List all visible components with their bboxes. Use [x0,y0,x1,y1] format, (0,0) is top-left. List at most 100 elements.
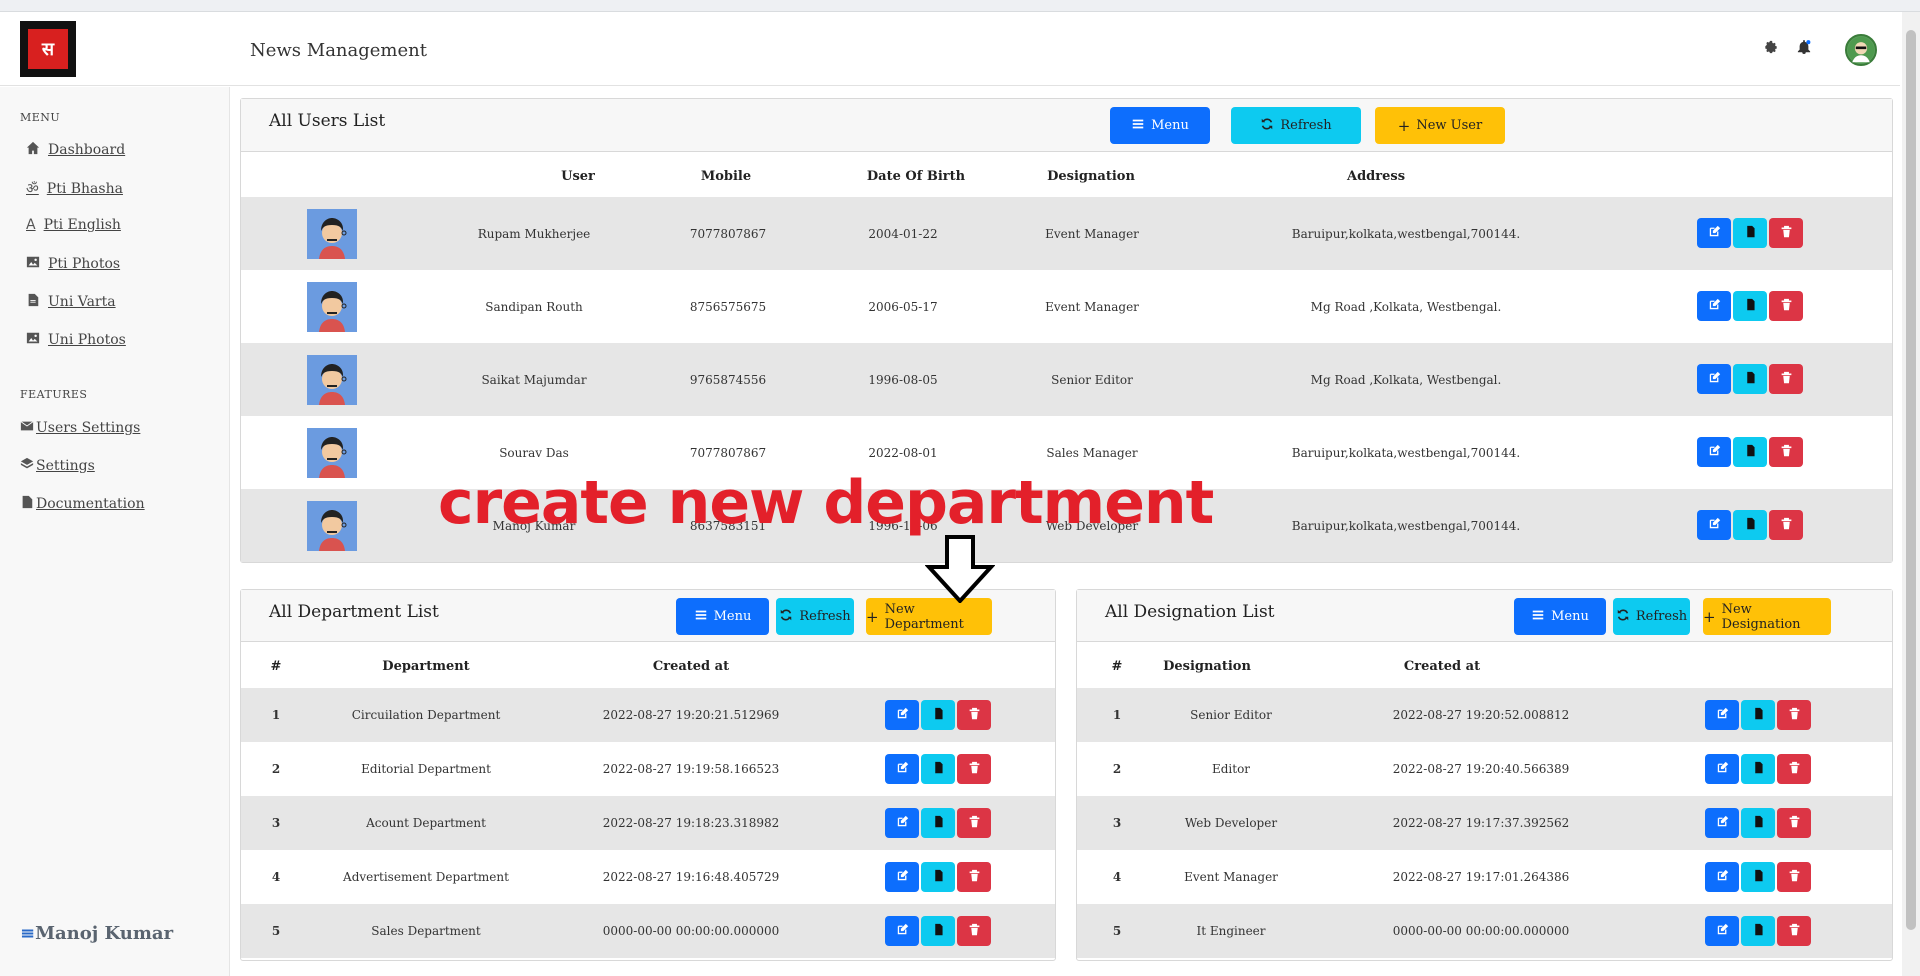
document-icon [932,815,945,831]
users-menu-button[interactable]: Menu [1110,107,1210,144]
users-table-row: Rupam Mukherjee 7077807867 2004-01-22 Event… [241,197,1892,270]
user-edit-button[interactable] [1697,364,1731,394]
user-view-button[interactable] [1733,510,1767,540]
designation-view-button[interactable] [1741,700,1775,730]
department-delete-button[interactable] [957,862,991,892]
user-edit-button[interactable] [1697,510,1731,540]
page-scrollbar[interactable] [1902,12,1920,976]
user-avatar[interactable] [1845,34,1877,66]
user-delete-button[interactable] [1769,218,1803,248]
department-delete-button[interactable] [957,754,991,784]
department-delete-button[interactable] [957,808,991,838]
button-label: Menu [1151,118,1189,133]
user-edit-button[interactable] [1697,437,1731,467]
department-refresh-button[interactable]: Refresh [776,598,854,635]
users-col-dob: Date Of Birth [866,169,966,184]
sidebar-item-users-settings[interactable]: Users Settings [20,419,140,437]
user-view-button[interactable] [1733,437,1767,467]
designation-delete-button[interactable] [1777,754,1811,784]
user-delete-button[interactable] [1769,510,1803,540]
department-view-button[interactable] [921,916,955,946]
menu-section-label: MENU [20,111,61,124]
department-edit-button[interactable] [885,700,919,730]
sidebar-item-pti-bhasha[interactable]: ॐ Pti Bhasha [26,179,123,198]
user-view-button[interactable] [1733,291,1767,321]
users-card-title: All Users List [269,111,386,131]
edit-icon [1716,923,1729,939]
user-delete-button[interactable] [1769,437,1803,467]
designation-menu-button[interactable]: Menu [1514,598,1606,635]
department-delete-button[interactable] [957,916,991,946]
department-name-cell: Circuilation Department [351,708,501,722]
designation-edit-button[interactable] [1705,916,1739,946]
new-user-button[interactable]: + New User [1375,107,1505,144]
department-view-button[interactable] [921,808,955,838]
trash-icon [1788,707,1801,723]
new-designation-button[interactable]: + New Designation [1703,598,1831,635]
edit-icon [896,923,909,939]
user-view-button[interactable] [1733,364,1767,394]
user-view-button[interactable] [1733,218,1767,248]
department-view-button[interactable] [921,700,955,730]
department-card-title: All Department List [269,602,439,622]
user-edit-button[interactable] [1697,291,1731,321]
designation-delete-button[interactable] [1777,916,1811,946]
features-section-label: FEATURES [20,388,88,401]
user-delete-button[interactable] [1769,291,1803,321]
department-table-row: 3 Acount Department 2022-08-27 19:18:23.31… [241,796,1055,850]
designation-edit-button[interactable] [1705,700,1739,730]
sidebar-user-name[interactable]: ≡Manoj Kumar [20,923,173,944]
designation-refresh-button[interactable]: Refresh [1613,598,1690,635]
department-view-button[interactable] [921,862,955,892]
designation-created-cell: 2022-08-27 19:17:37.392562 [1392,816,1570,830]
designation-view-button[interactable] [1741,916,1775,946]
department-edit-button[interactable] [885,754,919,784]
trash-icon [968,761,981,777]
sidebar-item-settings[interactable]: Settings [20,457,95,475]
department-edit-button[interactable] [885,916,919,946]
user-designation-cell: Event Manager [1045,300,1139,314]
users-col-mobile: Mobile [700,169,752,184]
designation-edit-button[interactable] [1705,808,1739,838]
department-created-cell: 0000-00-00 00:00:00.000000 [602,924,780,938]
sidebar-item-uni-varta[interactable]: Uni Varta [26,293,116,311]
designation-edit-button[interactable] [1705,754,1739,784]
user-dob-cell: 2004-01-22 [868,227,938,241]
scrollbar-thumb[interactable] [1906,30,1916,930]
designation-delete-button[interactable] [1777,700,1811,730]
button-label: Refresh [1280,118,1332,133]
designation-view-button[interactable] [1741,808,1775,838]
department-table-row: 2 Editorial Department 2022-08-27 19:19:58… [241,742,1055,796]
document-icon [1744,444,1757,460]
edit-icon [1708,371,1721,387]
department-edit-button[interactable] [885,808,919,838]
user-edit-button[interactable] [1697,218,1731,248]
designation-delete-button[interactable] [1777,862,1811,892]
designation-view-button[interactable] [1741,862,1775,892]
layers-icon [20,457,34,475]
bell-icon[interactable] [1795,38,1813,56]
refresh-icon [779,608,793,626]
sidebar-item-documentation[interactable]: Documentation [20,495,145,513]
department-menu-button[interactable]: Menu [676,598,769,635]
hamburger-icon [1131,117,1145,135]
sidebar-item-pti-english[interactable]: A Pti English [26,217,121,233]
department-delete-button[interactable] [957,700,991,730]
trash-icon [1788,815,1801,831]
designation-delete-button[interactable] [1777,808,1811,838]
user-delete-button[interactable] [1769,364,1803,394]
department-view-button[interactable] [921,754,955,784]
designation-view-button[interactable] [1741,754,1775,784]
gear-icon[interactable] [1762,38,1780,56]
page-title: News Management [250,40,427,61]
department-edit-button[interactable] [885,862,919,892]
sidebar-item-pti-photos[interactable]: Pti Photos [26,255,120,273]
site-logo[interactable]: स [20,21,76,77]
plus-icon: + [1703,607,1716,626]
trash-icon [968,707,981,723]
sidebar-item-uni-photos[interactable]: Uni Photos [26,331,126,349]
sidebar-item-dashboard[interactable]: Dashboard [26,141,125,159]
designation-edit-button[interactable] [1705,862,1739,892]
designation-index-cell: 3 [1112,816,1122,830]
users-refresh-button[interactable]: Refresh [1231,107,1361,144]
